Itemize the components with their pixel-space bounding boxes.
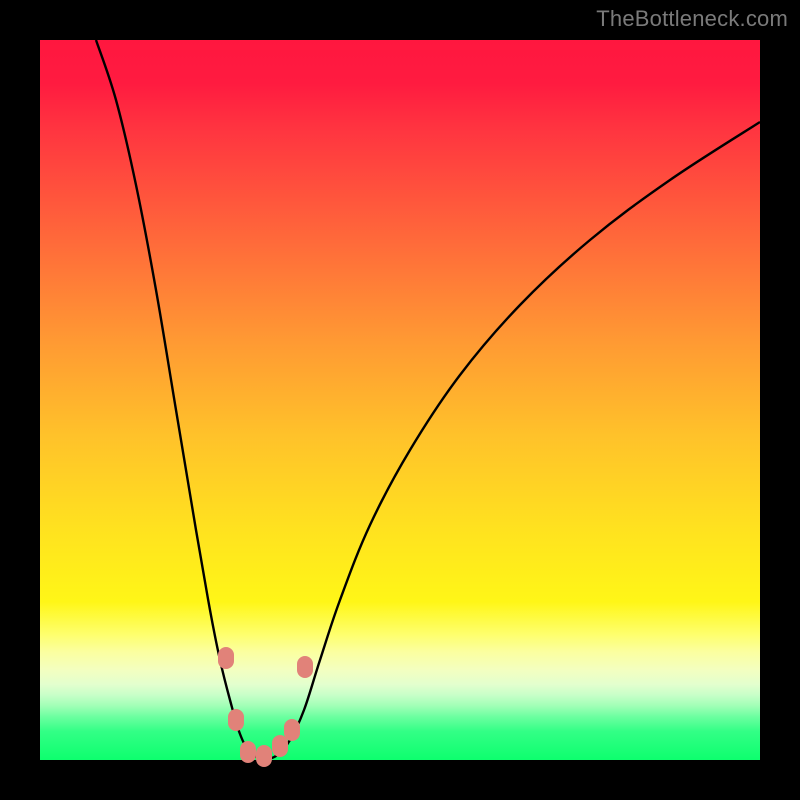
- curve-path: [96, 40, 760, 759]
- curve-marker: [218, 647, 234, 669]
- gradient-plot-area: [40, 40, 760, 760]
- curve-marker: [284, 719, 300, 741]
- curve-marker: [228, 709, 244, 731]
- bottleneck-curve: [40, 40, 760, 760]
- curve-marker: [256, 745, 272, 767]
- curve-marker: [297, 656, 313, 678]
- outer-frame: TheBottleneck.com: [0, 0, 800, 800]
- curve-marker: [240, 741, 256, 763]
- watermark-text: TheBottleneck.com: [596, 6, 788, 32]
